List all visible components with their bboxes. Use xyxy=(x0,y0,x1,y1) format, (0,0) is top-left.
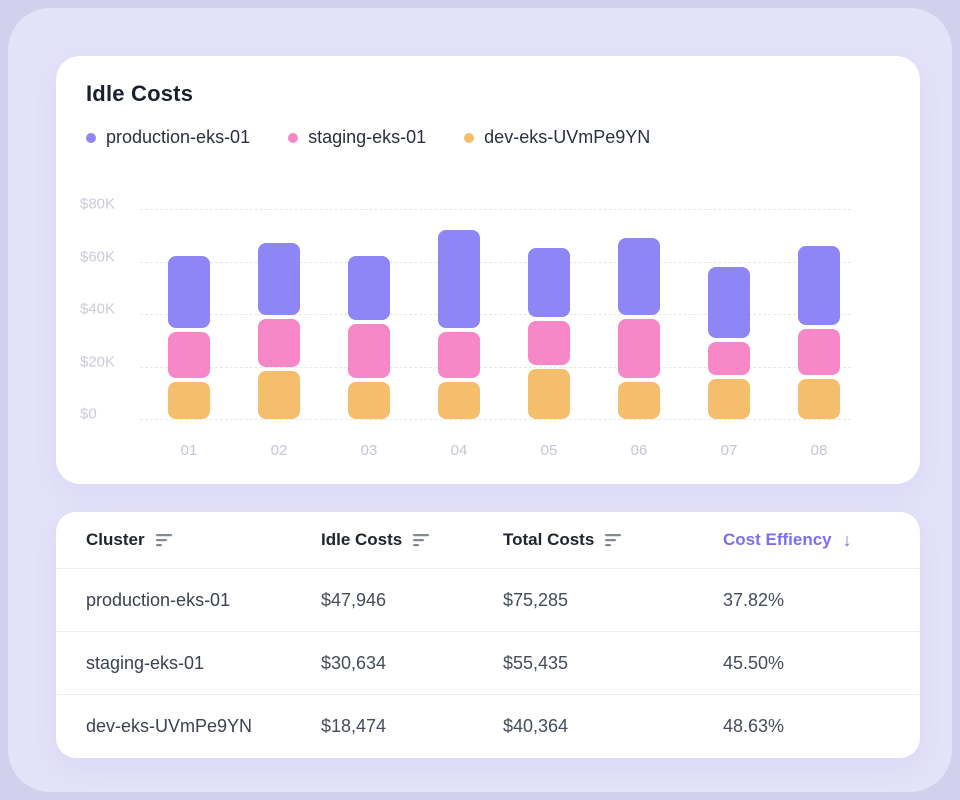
bar-segment-staging-eks-01 xyxy=(168,332,210,378)
bar-segment-dev-eks-UVmPe9YN xyxy=(348,382,390,419)
bar-segment-staging-eks-01 xyxy=(348,324,390,378)
idle-costs-chart-card: Idle Costs production-eks-01 staging-eks-… xyxy=(56,56,920,484)
bar-segment-dev-eks-UVmPe9YN xyxy=(708,379,750,419)
column-header-cost-effiency[interactable]: Cost Effiency ↓ xyxy=(723,530,920,551)
sort-lines-icon xyxy=(156,533,175,547)
legend-dot-icon xyxy=(86,133,96,143)
legend-dot-icon xyxy=(464,133,474,143)
bar-segment-dev-eks-UVmPe9YN xyxy=(438,382,480,419)
x-axis-tick-label: 07 xyxy=(721,442,738,459)
bar-segment-staging-eks-01 xyxy=(258,319,300,368)
cell-total-costs: $40,364 xyxy=(503,716,723,737)
bar-segment-dev-eks-UVmPe9YN xyxy=(168,382,210,419)
column-header-label: Idle Costs xyxy=(321,530,402,550)
legend-label: dev-eks-UVmPe9YN xyxy=(484,127,650,148)
column-header-total-costs[interactable]: Total Costs xyxy=(503,530,723,550)
bar-segment-staging-eks-01 xyxy=(528,321,570,364)
x-axis-tick-label: 02 xyxy=(271,442,288,459)
column-header-label: Cost Effiency xyxy=(723,530,832,550)
column-header-idle-costs[interactable]: Idle Costs xyxy=(321,530,503,550)
cell-cost-efficiency: 48.63% xyxy=(723,716,920,737)
column-header-label: Cluster xyxy=(86,530,145,550)
chart-title: Idle Costs xyxy=(86,81,193,107)
x-axis-tick-label: 06 xyxy=(631,442,648,459)
table-row: staging-eks-01$30,634$55,43545.50% xyxy=(56,632,920,695)
cell-cost-efficiency: 37.82% xyxy=(723,590,920,611)
legend-item[interactable]: staging-eks-01 xyxy=(288,127,426,148)
bar-segment-staging-eks-01 xyxy=(798,329,840,375)
x-axis-tick-label: 01 xyxy=(181,442,198,459)
bar-segment-dev-eks-UVmPe9YN xyxy=(258,371,300,419)
app-background-panel: Idle Costs production-eks-01 staging-eks-… xyxy=(8,8,952,792)
cell-idle-costs: $18,474 xyxy=(321,716,503,737)
cell-total-costs: $75,285 xyxy=(503,590,723,611)
sort-lines-icon xyxy=(605,533,624,547)
legend-item[interactable]: dev-eks-UVmPe9YN xyxy=(464,127,650,148)
bar-segment-production-eks-01 xyxy=(618,238,660,315)
cell-cluster: dev-eks-UVmPe9YN xyxy=(86,716,321,737)
x-axis-tick-label: 03 xyxy=(361,442,378,459)
legend-item[interactable]: production-eks-01 xyxy=(86,127,250,148)
column-header-cluster[interactable]: Cluster xyxy=(86,530,321,550)
y-axis-tick-label: $0 xyxy=(80,406,97,423)
column-header-label: Total Costs xyxy=(503,530,594,550)
x-axis-tick-label: 04 xyxy=(451,442,468,459)
table-row: dev-eks-UVmPe9YN$18,474$40,36448.63% xyxy=(56,695,920,758)
bar-segment-production-eks-01 xyxy=(528,248,570,317)
bar-segment-staging-eks-01 xyxy=(708,342,750,375)
arrow-down-icon: ↓ xyxy=(843,530,852,551)
gridline xyxy=(140,209,851,210)
bar-segment-dev-eks-UVmPe9YN xyxy=(528,369,570,420)
bar-segment-dev-eks-UVmPe9YN xyxy=(618,382,660,419)
cell-cluster: staging-eks-01 xyxy=(86,653,321,674)
x-axis-tick-label: 05 xyxy=(541,442,558,459)
chart-legend: production-eks-01 staging-eks-01 dev-eks-U… xyxy=(86,127,650,148)
cell-idle-costs: $30,634 xyxy=(321,653,503,674)
bar-segment-staging-eks-01 xyxy=(618,319,660,378)
gridline xyxy=(140,262,851,263)
y-axis-tick-label: $40K xyxy=(80,301,115,318)
table-header-row: Cluster Idle Costs Total Costs Cost Effienc… xyxy=(56,512,920,569)
bar-segment-production-eks-01 xyxy=(258,243,300,315)
bar-segment-production-eks-01 xyxy=(168,256,210,328)
cell-total-costs: $55,435 xyxy=(503,653,723,674)
y-axis-tick-label: $20K xyxy=(80,353,115,370)
legend-dot-icon xyxy=(288,133,298,143)
cell-idle-costs: $47,946 xyxy=(321,590,503,611)
cell-cost-efficiency: 45.50% xyxy=(723,653,920,674)
bar-segment-production-eks-01 xyxy=(798,246,840,325)
bar-segment-production-eks-01 xyxy=(438,230,480,328)
y-axis-tick-label: $60K xyxy=(80,248,115,265)
y-axis-tick-label: $80K xyxy=(80,196,115,213)
table-row: production-eks-01$47,946$75,28537.82% xyxy=(56,569,920,632)
bar-segment-production-eks-01 xyxy=(348,256,390,320)
bar-segment-staging-eks-01 xyxy=(438,332,480,378)
bar-segment-production-eks-01 xyxy=(708,267,750,339)
legend-label: staging-eks-01 xyxy=(308,127,426,148)
cluster-costs-table-card: Cluster Idle Costs Total Costs Cost Effienc… xyxy=(56,512,920,758)
legend-label: production-eks-01 xyxy=(106,127,250,148)
x-axis-tick-label: 08 xyxy=(811,442,828,459)
bar-segment-dev-eks-UVmPe9YN xyxy=(798,379,840,419)
cell-cluster: production-eks-01 xyxy=(86,590,321,611)
gridline xyxy=(140,419,851,420)
sort-lines-icon xyxy=(413,533,432,547)
